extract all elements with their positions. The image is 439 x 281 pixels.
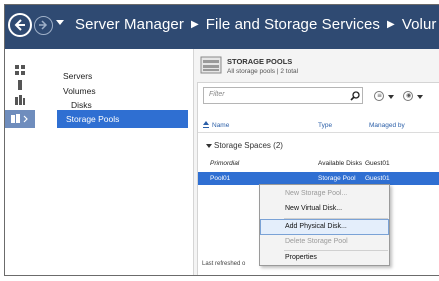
last-refreshed-status: Last refreshed o bbox=[202, 261, 246, 267]
context-menu: New Storage Pool... New Virtual Disk... … bbox=[259, 184, 390, 266]
sidebar-item-storage-pools[interactable]: Storage Pools bbox=[57, 110, 188, 128]
page-title: STORAGE POOLS bbox=[227, 57, 293, 66]
header-divider bbox=[198, 132, 439, 133]
filter-placeholder: Filter bbox=[209, 91, 225, 98]
back-button[interactable] bbox=[8, 13, 32, 37]
save-query-dropdown-icon[interactable] bbox=[417, 95, 423, 99]
list-options-icon: ≡ bbox=[377, 92, 383, 99]
breadcrumb-separator-icon: ▶ bbox=[387, 19, 395, 30]
sidebar-item-disks[interactable]: Disks bbox=[71, 100, 92, 110]
dashboard-icon[interactable] bbox=[15, 65, 25, 75]
breadcrumb-server-manager[interactable]: Server Manager bbox=[75, 16, 184, 33]
menu-item-label: New Storage Pool... bbox=[285, 190, 348, 197]
menu-item-label: Delete Storage Pool bbox=[285, 238, 348, 245]
sidebar-item-label: Storage Pools bbox=[66, 114, 120, 124]
local-server-icon[interactable] bbox=[15, 80, 25, 90]
page-subtitle: All storage pools | 2 total bbox=[227, 68, 299, 75]
search-icon[interactable] bbox=[350, 91, 360, 101]
menu-item-properties[interactable]: Properties bbox=[260, 250, 389, 266]
menu-item-label: Properties bbox=[285, 254, 317, 261]
breadcrumb-file-storage[interactable]: File and Storage Services bbox=[206, 16, 380, 33]
sidebar-item-servers[interactable]: Servers bbox=[63, 71, 92, 81]
menu-item-delete-storage-pool[interactable]: Delete Storage Pool bbox=[260, 234, 389, 250]
group-storage-spaces[interactable]: Storage Spaces (2) bbox=[214, 141, 283, 150]
nav-icon-strip bbox=[5, 49, 35, 275]
forward-arrow-icon bbox=[39, 20, 48, 30]
filter-input[interactable]: Filter bbox=[203, 87, 363, 104]
breadcrumb-volumes[interactable]: Volur bbox=[402, 16, 437, 33]
title-bar: Server Manager ▶ File and Storage Services… bbox=[5, 5, 439, 49]
menu-item-add-physical-disk[interactable]: Add Physical Disk... bbox=[260, 219, 389, 235]
menu-item-label: New Virtual Disk... bbox=[285, 205, 343, 212]
all-servers-icon[interactable] bbox=[15, 95, 25, 105]
save-query-icon: ◉ bbox=[406, 92, 412, 99]
back-arrow-icon bbox=[14, 19, 25, 31]
column-header-type[interactable]: Type bbox=[318, 122, 332, 129]
storage-pool-icon bbox=[200, 56, 222, 74]
column-header-name[interactable]: Name bbox=[212, 122, 229, 129]
forward-button[interactable] bbox=[34, 16, 53, 35]
filter-options-dropdown-icon[interactable] bbox=[388, 95, 394, 99]
row-managed-by: Guest01 bbox=[365, 175, 390, 182]
history-dropdown-icon[interactable] bbox=[56, 20, 64, 25]
row-managed-by: Guest01 bbox=[365, 160, 390, 167]
file-storage-services-nav[interactable] bbox=[5, 110, 35, 128]
sort-indicator-icon[interactable] bbox=[203, 121, 209, 129]
file-storage-icon bbox=[11, 114, 28, 123]
menu-item-new-storage-pool[interactable]: New Storage Pool... bbox=[260, 186, 389, 202]
breadcrumb-separator-icon: ▶ bbox=[190, 19, 199, 30]
menu-item-label: Add Physical Disk... bbox=[285, 223, 347, 230]
menu-item-new-virtual-disk[interactable]: New Virtual Disk... bbox=[260, 201, 389, 217]
column-header-managed-by[interactable]: Managed by bbox=[369, 122, 405, 129]
filter-options-button[interactable]: ≡ bbox=[374, 91, 384, 101]
group-collapse-icon[interactable] bbox=[206, 144, 212, 148]
left-navigation: Servers Volumes Disks Storage Pools bbox=[5, 49, 200, 275]
sidebar-item-volumes[interactable]: Volumes bbox=[63, 86, 96, 96]
row-type: Available Disks bbox=[318, 160, 362, 167]
breadcrumb: Server Manager ▶ File and Storage Services… bbox=[75, 16, 437, 33]
row-name: Primordial bbox=[210, 160, 240, 167]
save-query-button[interactable]: ◉ bbox=[403, 91, 413, 101]
row-type: Storage Pool bbox=[318, 175, 356, 182]
row-name: Pool01 bbox=[210, 175, 231, 182]
